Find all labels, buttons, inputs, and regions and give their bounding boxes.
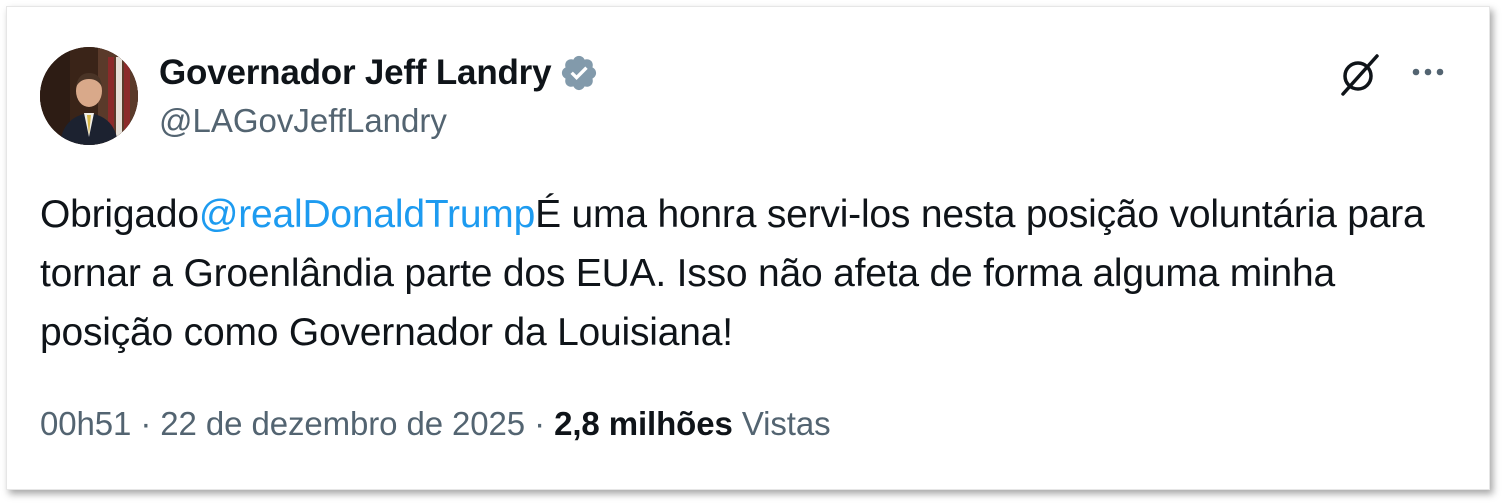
tweet-card: Governador Jeff Landry @LAGovJeffLandry … — [6, 6, 1490, 490]
tweet-text: Obrigado@realDonaldTrumpÉ uma honra serv… — [40, 185, 1450, 362]
tweet-time[interactable]: 00h51 — [40, 405, 131, 442]
meta-separator: · — [131, 405, 161, 442]
author-handle[interactable]: @LAGovJeffLandry — [159, 102, 447, 140]
grok-icon[interactable] — [1335, 51, 1385, 99]
views-label: Vistas — [741, 405, 831, 442]
meta-separator: · — [525, 405, 555, 442]
tweet-text-before: Obrigado — [40, 193, 199, 236]
verified-badge-icon[interactable] — [559, 53, 599, 93]
author-display-name[interactable]: Governador Jeff Landry — [159, 53, 552, 93]
author-name-row[interactable]: Governador Jeff Landry — [159, 51, 599, 95]
views-count: 2,8 milhões — [554, 405, 733, 442]
tweet-date[interactable]: 22 de dezembro de 2025 — [160, 405, 525, 442]
mention-link[interactable]: @realDonaldTrump — [199, 193, 535, 236]
more-options-icon[interactable] — [1405, 55, 1455, 89]
avatar[interactable] — [40, 47, 138, 145]
avatar-photo — [40, 47, 138, 145]
tweet-metadata: 00h51 · 22 de dezembro de 2025 · 2,8 mil… — [40, 405, 831, 443]
